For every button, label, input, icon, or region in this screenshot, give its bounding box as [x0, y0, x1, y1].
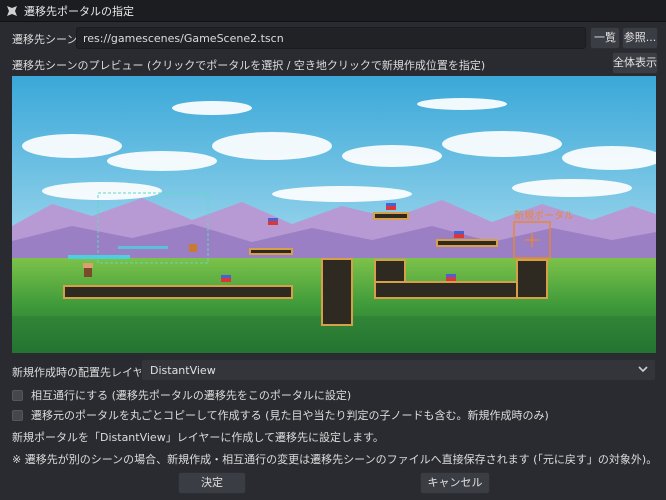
scene-label: 遷移先シーン [12, 33, 78, 46]
layer-select[interactable]: DistantView [141, 359, 656, 381]
floating-platform[interactable] [68, 255, 130, 259]
copy-checkbox[interactable] [12, 409, 23, 421]
cancel-button[interactable]: キャンセル [420, 472, 490, 494]
app-icon [7, 5, 17, 16]
floating-platform[interactable] [118, 246, 168, 249]
mutual-checkbox[interactable] [12, 389, 23, 401]
title-bar: 遷移先ポータルの指定 [0, 0, 666, 22]
list-button[interactable]: 一覧 [590, 27, 620, 49]
preview-canvas[interactable]: 新規ポータル [12, 76, 656, 353]
fit-view-button[interactable]: 全体表示 [612, 52, 658, 74]
ok-button[interactable]: 決定 [178, 472, 246, 494]
info-line-1: 新規ポータルを「DistantView」レイヤーに作成して遷移先に設定します。 [12, 431, 384, 444]
layer-select-value: DistantView [150, 364, 216, 377]
browse-button[interactable]: 参照... [622, 27, 658, 49]
copy-label: 遷移元のポータルを丸ごとコピーして作成する (見た目や当たり判定の子ノードも含む… [31, 409, 549, 422]
layer-label: 新規作成時の配置先レイヤー [12, 366, 155, 379]
chevron-down-icon [638, 366, 648, 373]
preview-label: 遷移先シーンのプレビュー (クリックでポータルを選択 / 空き地クリックで新規作… [12, 59, 486, 72]
new-portal-label: 新規ポータル [514, 209, 574, 222]
copy-option[interactable]: 遷移元のポータルを丸ごとコピーして作成する (見た目や当たり判定の子ノードも含む… [12, 407, 549, 423]
scene-path-field[interactable]: res://gamescenes/GameScene2.tscn [76, 27, 586, 49]
mutual-label: 相互通行にする (遷移先ポータルの遷移先をこのポータルに設定) [31, 389, 352, 402]
window-title: 遷移先ポータルの指定 [24, 4, 134, 18]
character [83, 263, 93, 277]
mutual-option[interactable]: 相互通行にする (遷移先ポータルの遷移先をこのポータルに設定) [12, 387, 351, 403]
info-line-2: ※ 遷移先が別のシーンの場合、新規作成・相互通行の変更は遷移先シーンのファイルへ… [12, 453, 658, 466]
scene-row: 遷移先シーン res://gamescenes/GameScene2.tscn … [0, 26, 666, 50]
crate [189, 244, 197, 252]
scene-preview[interactable]: 新規ポータル [12, 76, 656, 353]
